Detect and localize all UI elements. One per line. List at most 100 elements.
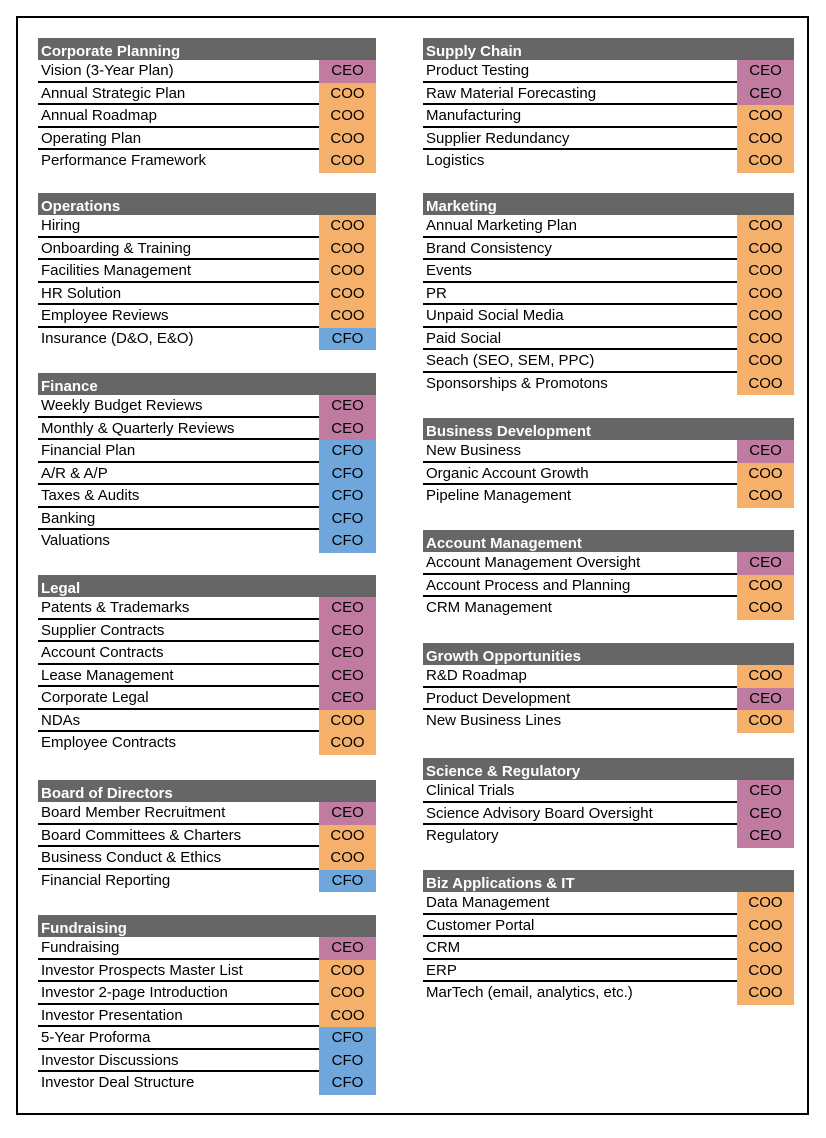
owner-badge: CFO (319, 1072, 376, 1095)
task-label: Performance Framework (41, 152, 207, 169)
table-row: HR Solution COO (38, 282, 376, 305)
owner-badge: CEO (319, 937, 376, 960)
section-legal: Legal Patents & Trademarks CEO Supplier Con… (38, 575, 376, 755)
task-label: Facilities Management (38, 260, 319, 283)
owner-badge: CFO (319, 327, 376, 350)
owner-badge: CEO (737, 825, 794, 848)
table-row: Taxes & Audits CFO (38, 485, 376, 508)
table-row: Annual Marketing Plan COO (423, 215, 794, 238)
owner-badge: CFO (319, 530, 376, 553)
section-header: Fundraising (38, 915, 376, 937)
owner-badge: CEO (737, 440, 794, 463)
task-label: Clinical Trials (423, 780, 737, 803)
task-label: R&D Roadmap (423, 665, 737, 688)
owner-badge: CEO (737, 687, 794, 710)
table-row: Product Testing CEO (423, 60, 794, 83)
table-row: Account Process and Planning COO (423, 574, 794, 597)
owner-badge: COO (737, 597, 794, 620)
owner-badge: CEO (319, 395, 376, 418)
task-label: Data Management (423, 892, 737, 915)
table-row: Manufacturing COO (423, 105, 794, 128)
task-label: Sponsorships & Promotons (426, 374, 608, 392)
task-label: Corporate Legal (38, 687, 319, 710)
task-label: Hiring (38, 215, 319, 238)
task-label: Account Contracts (38, 642, 319, 665)
table-row: Board Member Recruitment CEO (38, 802, 376, 825)
table-row: Financial Reporting CFO (38, 869, 376, 892)
section-header: Biz Applications & IT (423, 870, 794, 892)
owner-badge: COO (319, 215, 376, 238)
task-label: Annual Marketing Plan (423, 215, 737, 238)
table-row: Facilities Management COO (38, 260, 376, 283)
task-label: Lease Management (38, 665, 319, 687)
section-business-development: Business Development New Business CEO Organ… (423, 418, 794, 508)
owner-badge: CFO (319, 869, 376, 892)
table-row: Supplier Redundancy COO (423, 127, 794, 150)
table-row: PR COO (423, 282, 794, 305)
table-row: Data Management COO (423, 892, 794, 915)
owner-badge: CEO (319, 60, 376, 83)
task-label: A/R & A/P (38, 463, 319, 485)
owner-badge: COO (737, 282, 794, 305)
section-header: Operations (38, 193, 376, 215)
section-header: Finance (38, 373, 376, 395)
owner-badge: CFO (319, 462, 376, 485)
table-row: Product Development CEO (423, 687, 794, 710)
table-row: Sponsorships & Promotons COO (423, 372, 794, 395)
owner-badge: CEO (319, 417, 376, 440)
task-label: Science Advisory Board Oversight (423, 803, 737, 825)
task-label: Events (423, 260, 737, 283)
section-finance: Finance Weekly Budget Reviews CEO Monthly &… (38, 373, 376, 553)
section-header: Science & Regulatory (423, 758, 794, 780)
task-label: Operating Plan (38, 128, 319, 150)
table-row: Vision (3-Year Plan) CEO (38, 60, 376, 83)
owner-badge: CFO (319, 485, 376, 508)
section-supply-chain: Supply Chain Product Testing CEO Raw Materi… (423, 38, 794, 173)
owner-badge: COO (319, 237, 376, 260)
table-row: Organic Account Growth COO (423, 462, 794, 485)
owner-badge: COO (319, 260, 376, 283)
task-label: Unpaid Social Media (423, 305, 737, 328)
table-row: Financial Plan CFO (38, 440, 376, 463)
table-row: CRM Management COO (423, 597, 794, 620)
table-row: Performance Framework COO (38, 150, 376, 173)
section-header: Board of Directors (38, 780, 376, 802)
owner-badge: COO (737, 914, 794, 937)
table-row: Investor Discussions CFO (38, 1049, 376, 1072)
table-row: Monthly & Quarterly Reviews CEO (38, 417, 376, 440)
owner-badge: COO (737, 937, 794, 960)
table-row: Account Contracts CEO (38, 642, 376, 665)
table-row: NDAs COO (38, 709, 376, 732)
task-label: Product Development (423, 688, 737, 710)
owner-badge: COO (319, 732, 376, 755)
table-row: Seach (SEO, SEM, PPC) COO (423, 350, 794, 373)
owner-badge: CFO (319, 507, 376, 530)
table-row: Operating Plan COO (38, 127, 376, 150)
task-label: Vision (3-Year Plan) (38, 60, 319, 83)
table-row: Supplier Contracts CEO (38, 619, 376, 642)
task-label: Product Testing (423, 60, 737, 83)
owner-badge: COO (737, 710, 794, 733)
owner-badge: COO (737, 372, 794, 395)
task-label: MarTech (email, analytics, etc.) (426, 984, 633, 1001)
owner-badge: CEO (737, 552, 794, 575)
task-label: Pipeline Management (426, 487, 572, 504)
task-label: ERP (423, 960, 737, 982)
owner-badge: COO (737, 327, 794, 350)
table-row: Unpaid Social Media COO (423, 305, 794, 328)
task-label: Insurance (D&O, E&O) (41, 329, 194, 347)
owner-badge: COO (319, 150, 376, 173)
task-label: Business Conduct & Ethics (38, 847, 319, 870)
section-growth-opportunities: Growth Opportunities R&D Roadmap COO Produc… (423, 643, 794, 733)
table-row: New Business CEO (423, 440, 794, 463)
task-label: 5-Year Proforma (38, 1027, 319, 1050)
task-label: Investor Deal Structure (41, 1074, 195, 1091)
section-marketing: Marketing Annual Marketing Plan COO Brand C… (423, 193, 794, 395)
owner-badge: COO (737, 260, 794, 283)
owner-badge: CEO (737, 60, 794, 83)
task-label: Employee Reviews (38, 305, 319, 328)
task-label: NDAs (38, 710, 319, 732)
owner-badge: COO (737, 350, 794, 373)
owner-badge: COO (737, 982, 794, 1005)
owner-badge: COO (319, 959, 376, 982)
